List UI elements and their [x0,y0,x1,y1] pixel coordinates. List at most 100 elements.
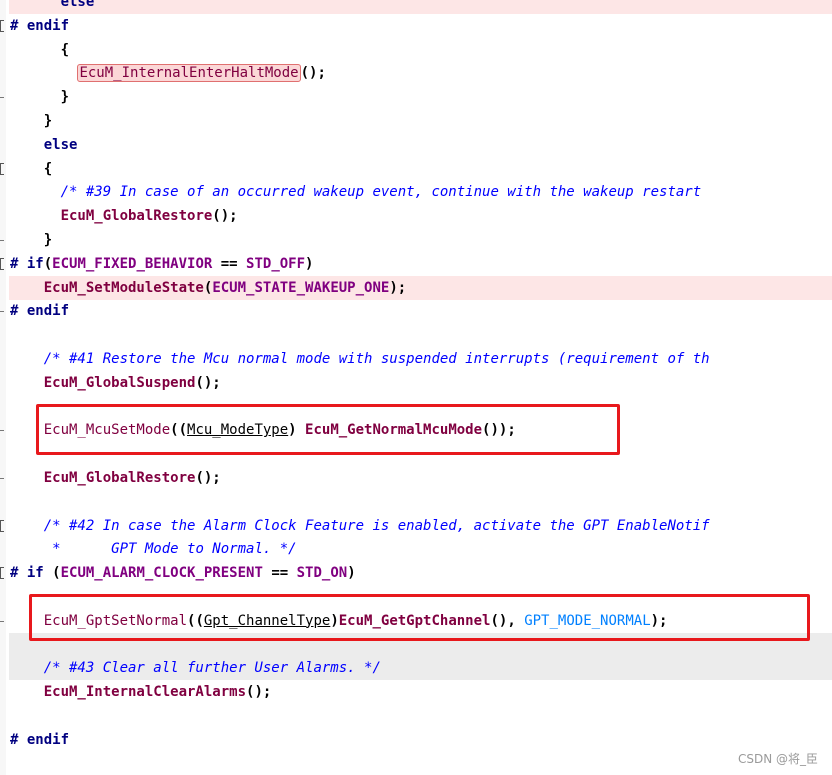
code-line[interactable]: } [0,228,832,252]
code-line[interactable]: else [9,0,832,14]
code-token-kw: else [60,0,95,10]
code-token-punct: } [43,232,53,248]
code-line[interactable] [0,490,832,514]
code-line[interactable]: # endif [0,728,832,752]
code-token-punct: (); [195,374,221,391]
code-line-content: EcuM_GlobalSuspend(); [10,371,221,395]
code-line-content: EcuM_InternalEnterHaltMode (); [10,61,326,85]
code-line[interactable]: EcuM_SetModuleState(ECUM_STATE_WAKEUP_ON… [9,275,832,300]
code-line-content: /* #42 In case the Alarm Clock Feature i… [10,514,710,538]
code-line-content: { [10,157,52,181]
code-token-punct: } [43,113,53,129]
code-token-fn: EcuM_GlobalRestore [60,208,213,225]
code-token-punct: == [262,565,297,582]
code-line-content: # if(ECUM_FIXED_BEHAVIOR == STD_OFF) [10,252,313,276]
code-token-kw: else [43,136,78,153]
code-token-const: ECUM_ALARM_CLOCK_PRESENT [60,565,263,582]
code-token-cmt: /* #39 In case of an occurred wakeup eve… [60,184,702,201]
code-line[interactable]: # if (ECUM_ALARM_CLOCK_PRESENT == STD_ON… [0,561,832,585]
code-token-fn2: EcuM_InternalEnterHaltMode [77,64,301,83]
code-line-content: /* #43 Clear all further User Alarms. */ [10,656,381,680]
code-token-punct: ); [389,279,407,296]
code-line-content: # endif [10,299,69,323]
code-line[interactable]: /* #43 Clear all further User Alarms. */ [9,656,832,681]
code-token-punct: ( [43,255,53,272]
code-line-content: else [10,0,95,14]
code-token-const: STD_OFF [246,255,306,272]
code-line-content: # if (ECUM_ALARM_CLOCK_PRESENT == STD_ON… [10,561,356,585]
code-line-content: EcuM_GlobalRestore(); [10,466,221,490]
code-line-content: /* #41 Restore the Mcu normal mode with … [10,347,710,371]
code-line[interactable]: } [0,109,832,133]
code-token-punct: (); [212,208,238,225]
code-line[interactable]: # endif [0,299,832,323]
code-line-content: * GPT Mode to Normal. */ [10,537,296,561]
code-token-fn: EcuM_SetModuleState [43,279,204,296]
code-line-content: # endif [10,728,69,752]
code-token-punct: ) [305,255,314,272]
code-token-punct: (); [195,470,221,486]
code-line[interactable]: EcuM_InternalClearAlarms(); [0,680,832,704]
code-line[interactable]: EcuM_GlobalSuspend(); [0,371,832,395]
code-line[interactable] [0,323,832,347]
code-line-content: EcuM_InternalClearAlarms(); [10,680,272,704]
code-token-pre: # endif [10,17,70,34]
annotation-box-gpt-set-normal [29,594,810,641]
code-line[interactable]: EcuM_InternalEnterHaltMode (); [0,61,832,85]
code-line-content: EcuM_GlobalRestore(); [10,204,238,228]
code-token-punct: { [43,160,53,177]
code-token-punct: == [212,255,247,272]
code-line[interactable] [0,704,832,728]
code-line[interactable]: /* #42 In case the Alarm Clock Feature i… [0,514,832,538]
code-line-content: /* #39 In case of an occurred wakeup eve… [10,180,702,204]
code-line[interactable]: * GPT Mode to Normal. */ [0,537,832,561]
code-line-content: } [10,109,52,133]
code-line[interactable]: /* #39 In case of an occurred wakeup eve… [0,180,832,204]
code-token-punct: { [60,41,70,58]
annotation-box-mcu-set-mode [36,404,620,455]
code-token-pre: # endif [10,303,70,320]
code-line[interactable]: # endif [0,14,832,38]
code-line[interactable]: { [0,38,832,62]
code-line-content: # endif [10,14,69,38]
code-token-punct: ( [52,565,61,582]
code-token-pre: # if [10,255,44,272]
code-token-fn: EcuM_GlobalSuspend [43,374,196,391]
code-line-content: EcuM_SetModuleState(ECUM_STATE_WAKEUP_ON… [10,276,406,300]
code-token-pre: # if [10,565,53,582]
code-token-punct: (); [300,65,326,82]
code-line-content: } [10,85,69,109]
code-line[interactable]: else [0,133,832,157]
code-token-const: ECUM_STATE_WAKEUP_ONE [212,279,390,296]
code-token-cmt: /* #41 Restore the Mcu normal mode with … [43,351,710,367]
code-token-fn: EcuM_InternalClearAlarms [43,684,247,701]
code-line[interactable]: EcuM_GlobalRestore(); [0,204,832,228]
code-line[interactable]: { [0,157,832,181]
code-line-content: } [10,228,52,252]
code-line[interactable]: } [0,85,832,109]
code-line-content: { [10,38,69,62]
code-token-pre: # endif [10,731,70,748]
code-line[interactable]: EcuM_GlobalRestore(); [0,466,832,490]
code-token-const: ECUM_FIXED_BEHAVIOR [52,255,213,272]
code-token-punct: ) [347,565,356,582]
code-line-content: else [10,133,78,157]
code-line[interactable]: /* #41 Restore the Mcu normal mode with … [0,347,832,371]
code-line[interactable]: # if(ECUM_FIXED_BEHAVIOR == STD_OFF) [0,252,832,276]
csdn-watermark: CSDN @将_臣 [737,752,818,766]
code-token-fn: EcuM_GlobalRestore [43,470,196,486]
code-token-const: STD_ON [296,565,348,582]
